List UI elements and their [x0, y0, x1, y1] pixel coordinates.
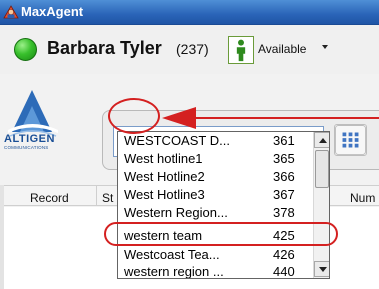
contact-extension: 426 [273, 247, 295, 262]
presence-indicator-icon [14, 38, 37, 61]
contact-extension: 361 [273, 133, 295, 148]
contact-name: WESTCOAST D... [124, 133, 230, 148]
logo-wordmark: ALTIGEN [4, 133, 55, 145]
list-item[interactable]: Western Region... 378 [118, 204, 312, 221]
agent-extension: (237) [176, 41, 209, 57]
list-item[interactable]: Westcoast Tea... 426 [118, 246, 312, 263]
scrollbar-thumb[interactable] [315, 150, 329, 188]
column-header-status[interactable]: St [102, 191, 113, 205]
list-item[interactable]: West Hotline2 366 [118, 168, 312, 185]
title-bar: MaxAgent [0, 0, 379, 25]
logo-tagline: COMMUNICATIONS [4, 145, 49, 150]
status-dropdown-label[interactable]: Available [258, 42, 306, 56]
contact-extension: 440 [273, 264, 295, 279]
annotation-highlight-search [108, 98, 160, 134]
contact-name: West Hotline2 [124, 169, 205, 184]
app-icon [3, 5, 19, 19]
annotation-arrow-icon [162, 107, 379, 129]
contact-name: West Hotline3 [124, 187, 205, 202]
contact-name: western region ... [124, 264, 224, 279]
contact-name: West hotline1 [124, 151, 203, 166]
contact-name: Western Region... [124, 205, 228, 220]
available-person-icon[interactable] [228, 36, 254, 64]
vertical-scrollbar[interactable] [313, 132, 329, 278]
agent-name: Barbara Tyler [47, 38, 162, 58]
annotation-highlight-item [104, 222, 338, 246]
contact-name: Westcoast Tea... [124, 247, 220, 262]
arrow-up-icon [319, 138, 327, 143]
list-item[interactable]: West hotline1 365 [118, 150, 312, 167]
search-suggestions-list: WESTCOAST D... 361 West hotline1 365 Wes… [117, 131, 330, 279]
window-title: MaxAgent [21, 4, 84, 19]
column-header-number[interactable]: Num [350, 191, 375, 205]
list-item[interactable]: western region ... 440 [118, 263, 312, 279]
contact-extension: 367 [273, 187, 295, 202]
contact-extension: 365 [273, 151, 295, 166]
contact-extension: 378 [273, 205, 295, 220]
arrow-down-icon [319, 267, 327, 272]
chevron-down-icon[interactable] [322, 45, 328, 49]
panel-edge [0, 185, 4, 289]
list-item[interactable]: West Hotline3 367 [118, 186, 312, 203]
contact-extension: 366 [273, 169, 295, 184]
scroll-up-button[interactable] [314, 132, 329, 148]
column-header-record[interactable]: Record [30, 191, 69, 205]
scroll-down-button[interactable] [314, 261, 329, 277]
list-item[interactable]: WESTCOAST D... 361 [118, 132, 312, 149]
column-divider [96, 186, 97, 206]
agent-status-bar: Barbara Tyler (237) Available [0, 25, 379, 74]
